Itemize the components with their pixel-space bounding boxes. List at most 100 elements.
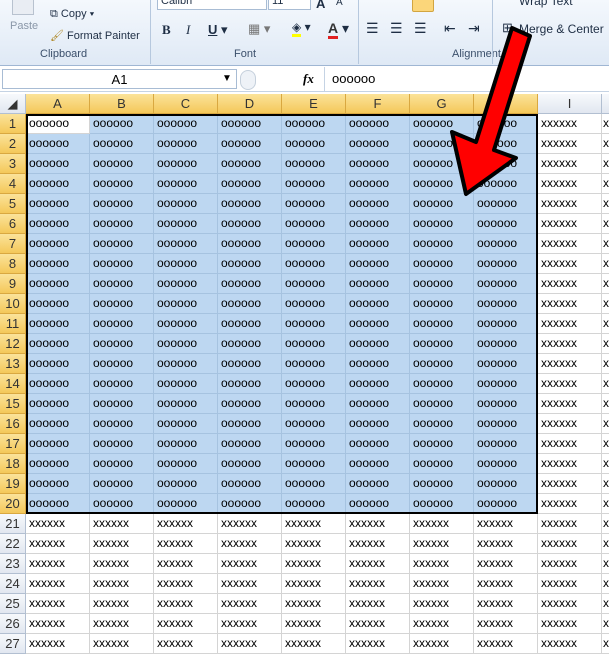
cell[interactable]: oooooo	[474, 274, 538, 294]
cell[interactable]: oooooo	[26, 274, 90, 294]
select-all-corner[interactable]: ◢	[0, 94, 26, 114]
cell[interactable]: xxxxxx	[538, 314, 602, 334]
cell[interactable]: oooooo	[26, 394, 90, 414]
cell[interactable]: xxxxxx	[538, 254, 602, 274]
cell[interactable]: oooooo	[90, 414, 154, 434]
cell[interactable]: x	[602, 234, 609, 254]
cell[interactable]: xxxxxx	[282, 614, 346, 634]
cell[interactable]: oooooo	[474, 394, 538, 414]
cell[interactable]: oooooo	[410, 214, 474, 234]
cell[interactable]: x	[602, 174, 609, 194]
cell[interactable]: xxxxxx	[474, 514, 538, 534]
cell[interactable]: oooooo	[474, 494, 538, 514]
cell[interactable]: xxxxxx	[538, 354, 602, 374]
cell[interactable]: xxxxxx	[282, 554, 346, 574]
column-header-i[interactable]: I	[538, 94, 602, 114]
cell[interactable]: oooooo	[346, 434, 410, 454]
cell[interactable]: oooooo	[410, 134, 474, 154]
cell[interactable]: oooooo	[282, 414, 346, 434]
cell[interactable]: xxxxxx	[218, 534, 282, 554]
cell[interactable]: xxxxxx	[538, 174, 602, 194]
cell[interactable]: oooooo	[474, 154, 538, 174]
cell[interactable]: x	[602, 294, 609, 314]
cell[interactable]: oooooo	[26, 474, 90, 494]
cell[interactable]: oooooo	[282, 234, 346, 254]
cell[interactable]: xxxxxx	[26, 634, 90, 654]
cell[interactable]: xxxxxx	[538, 554, 602, 574]
cell[interactable]: oooooo	[282, 394, 346, 414]
cell[interactable]: xxxxxx	[90, 634, 154, 654]
cell[interactable]: oooooo	[218, 154, 282, 174]
row-header[interactable]: 25	[0, 594, 26, 614]
cell[interactable]: oooooo	[410, 154, 474, 174]
cell[interactable]: xxxxxx	[282, 594, 346, 614]
cell[interactable]: oooooo	[154, 374, 218, 394]
row-header[interactable]: 2	[0, 134, 26, 154]
cell[interactable]: oooooo	[346, 154, 410, 174]
cell[interactable]: x	[602, 274, 609, 294]
cell[interactable]: oooooo	[90, 294, 154, 314]
cell[interactable]: oooooo	[154, 474, 218, 494]
cell[interactable]: xxxxxx	[218, 594, 282, 614]
cell[interactable]: oooooo	[474, 174, 538, 194]
cell[interactable]: oooooo	[346, 454, 410, 474]
cell[interactable]: xxxxxx	[474, 574, 538, 594]
cell[interactable]: oooooo	[26, 214, 90, 234]
cell[interactable]: oooooo	[282, 454, 346, 474]
cell[interactable]: x	[602, 134, 609, 154]
cell[interactable]: oooooo	[346, 194, 410, 214]
cell[interactable]: xxxxxx	[218, 634, 282, 654]
cell[interactable]: xxxxxx	[26, 534, 90, 554]
merge-center-button[interactable]: Merge & Center	[519, 22, 604, 36]
cell[interactable]: xxxxxx	[474, 594, 538, 614]
cell[interactable]: oooooo	[90, 274, 154, 294]
column-header-f[interactable]: F	[346, 94, 410, 114]
cell[interactable]: oooooo	[90, 434, 154, 454]
cell[interactable]: oooooo	[218, 414, 282, 434]
cell[interactable]: oooooo	[90, 194, 154, 214]
cell[interactable]: x	[602, 574, 609, 594]
cell[interactable]: oooooo	[218, 394, 282, 414]
row-header[interactable]: 4	[0, 174, 26, 194]
row-header[interactable]: 23	[0, 554, 26, 574]
cell[interactable]: xxxxxx	[26, 554, 90, 574]
cell[interactable]: oooooo	[346, 414, 410, 434]
row-header[interactable]: 19	[0, 474, 26, 494]
cell[interactable]: xxxxxx	[282, 514, 346, 534]
cell[interactable]: oooooo	[218, 234, 282, 254]
cell[interactable]: oooooo	[346, 314, 410, 334]
cell[interactable]: oooooo	[26, 254, 90, 274]
cell[interactable]: oooooo	[90, 234, 154, 254]
cell[interactable]: oooooo	[154, 234, 218, 254]
name-box[interactable]: A1	[2, 69, 237, 89]
cell[interactable]: xxxxxx	[90, 514, 154, 534]
cell[interactable]: xxxxxx	[346, 534, 410, 554]
shrink-font-icon[interactable]: A	[336, 0, 343, 8]
cell[interactable]: oooooo	[410, 314, 474, 334]
cell[interactable]: oooooo	[282, 254, 346, 274]
column-header-b[interactable]: B	[90, 94, 154, 114]
cell[interactable]: oooooo	[26, 414, 90, 434]
cell[interactable]: x	[602, 354, 609, 374]
decrease-indent-icon[interactable]: ⇤	[444, 20, 456, 37]
row-header[interactable]: 5	[0, 194, 26, 214]
row-header[interactable]: 21	[0, 514, 26, 534]
cell[interactable]: oooooo	[346, 494, 410, 514]
cell[interactable]: oooooo	[154, 254, 218, 274]
cell[interactable]: oooooo	[474, 194, 538, 214]
cell[interactable]: xxxxxx	[538, 474, 602, 494]
cell[interactable]: oooooo	[346, 274, 410, 294]
cell[interactable]: oooooo	[410, 414, 474, 434]
cell[interactable]: xxxxxx	[538, 194, 602, 214]
cell[interactable]: xxxxxx	[538, 334, 602, 354]
row-header[interactable]: 18	[0, 454, 26, 474]
cell[interactable]: x	[602, 514, 609, 534]
cell[interactable]: oooooo	[410, 354, 474, 374]
cell[interactable]: xxxxxx	[346, 614, 410, 634]
cell[interactable]: oooooo	[474, 294, 538, 314]
row-header[interactable]: 3	[0, 154, 26, 174]
cell[interactable]: oooooo	[282, 154, 346, 174]
paste-button[interactable]: Paste	[10, 20, 38, 32]
cell[interactable]: xxxxxx	[154, 554, 218, 574]
font-size-select[interactable]: 11	[268, 0, 311, 10]
